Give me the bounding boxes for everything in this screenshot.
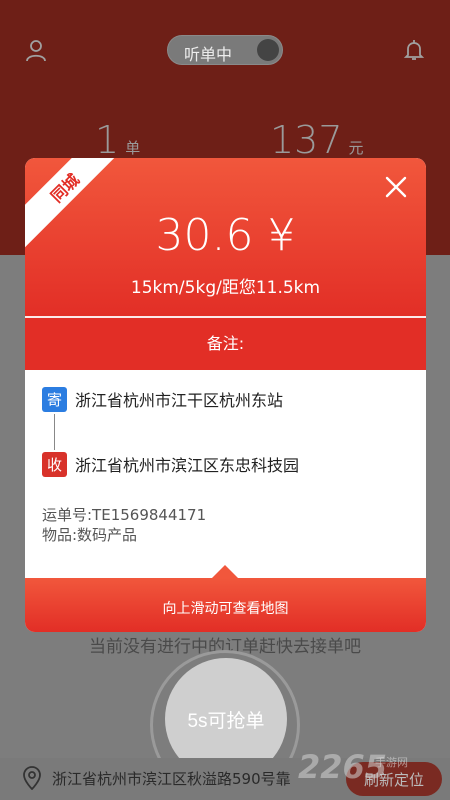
listening-toggle-label: 听单中 — [184, 45, 233, 64]
sender-address-row: 寄 浙江省杭州市江干区杭州东站 — [42, 386, 283, 412]
route-connector — [54, 414, 55, 450]
bell-icon[interactable] — [402, 38, 426, 62]
order-distance-weight: 15km/5kg/距您11.5km — [130, 278, 321, 298]
order-dialog[interactable]: 同城 30.6 ¥ 15km/5kg/距您11.5km 备注: 寄 浙江省杭州市… — [25, 158, 426, 632]
top-bar: 听单中 — [0, 0, 450, 100]
receiver-address: 浙江省杭州市滨江区东忠科技园 — [75, 456, 300, 475]
income-stat: 137 元 — [270, 118, 364, 162]
order-dialog-header: 同城 30.6 ¥ 15km/5kg/距您11.5km — [25, 158, 426, 318]
watermark-subtext: 手游网 — [375, 756, 408, 769]
swipe-up-hint[interactable]: 向上滑动可查看地图 — [25, 578, 426, 632]
toggle-knob — [257, 39, 279, 61]
watermark-logo: 2265 — [298, 748, 388, 786]
footer-notch — [211, 565, 239, 579]
same-city-ribbon-label: 同城 — [47, 170, 84, 207]
listening-toggle[interactable]: 听单中 — [167, 35, 283, 65]
user-icon[interactable] — [24, 38, 48, 62]
income-amount: 137 — [270, 118, 343, 162]
orders-unit: 单 — [125, 139, 141, 157]
waybill-number: 运单号:TE1569844171 — [42, 506, 207, 524]
sender-address: 浙江省杭州市江干区杭州东站 — [75, 391, 284, 410]
orders-stat: 1单 — [95, 118, 140, 162]
goods-type: 物品:数码产品 — [42, 526, 138, 544]
income-unit: 元 — [348, 139, 364, 157]
receiver-tag: 收 — [42, 451, 67, 477]
close-icon — [385, 176, 407, 198]
close-button[interactable] — [381, 172, 411, 202]
location-pin-icon — [23, 766, 41, 790]
order-price: 30.6 ¥ — [155, 210, 296, 261]
sender-tag: 寄 — [42, 386, 67, 412]
orders-count: 1 — [95, 118, 120, 162]
receiver-address-row: 收 浙江省杭州市滨江区东忠科技园 — [42, 451, 299, 477]
remark-bar: 备注: — [25, 318, 426, 370]
